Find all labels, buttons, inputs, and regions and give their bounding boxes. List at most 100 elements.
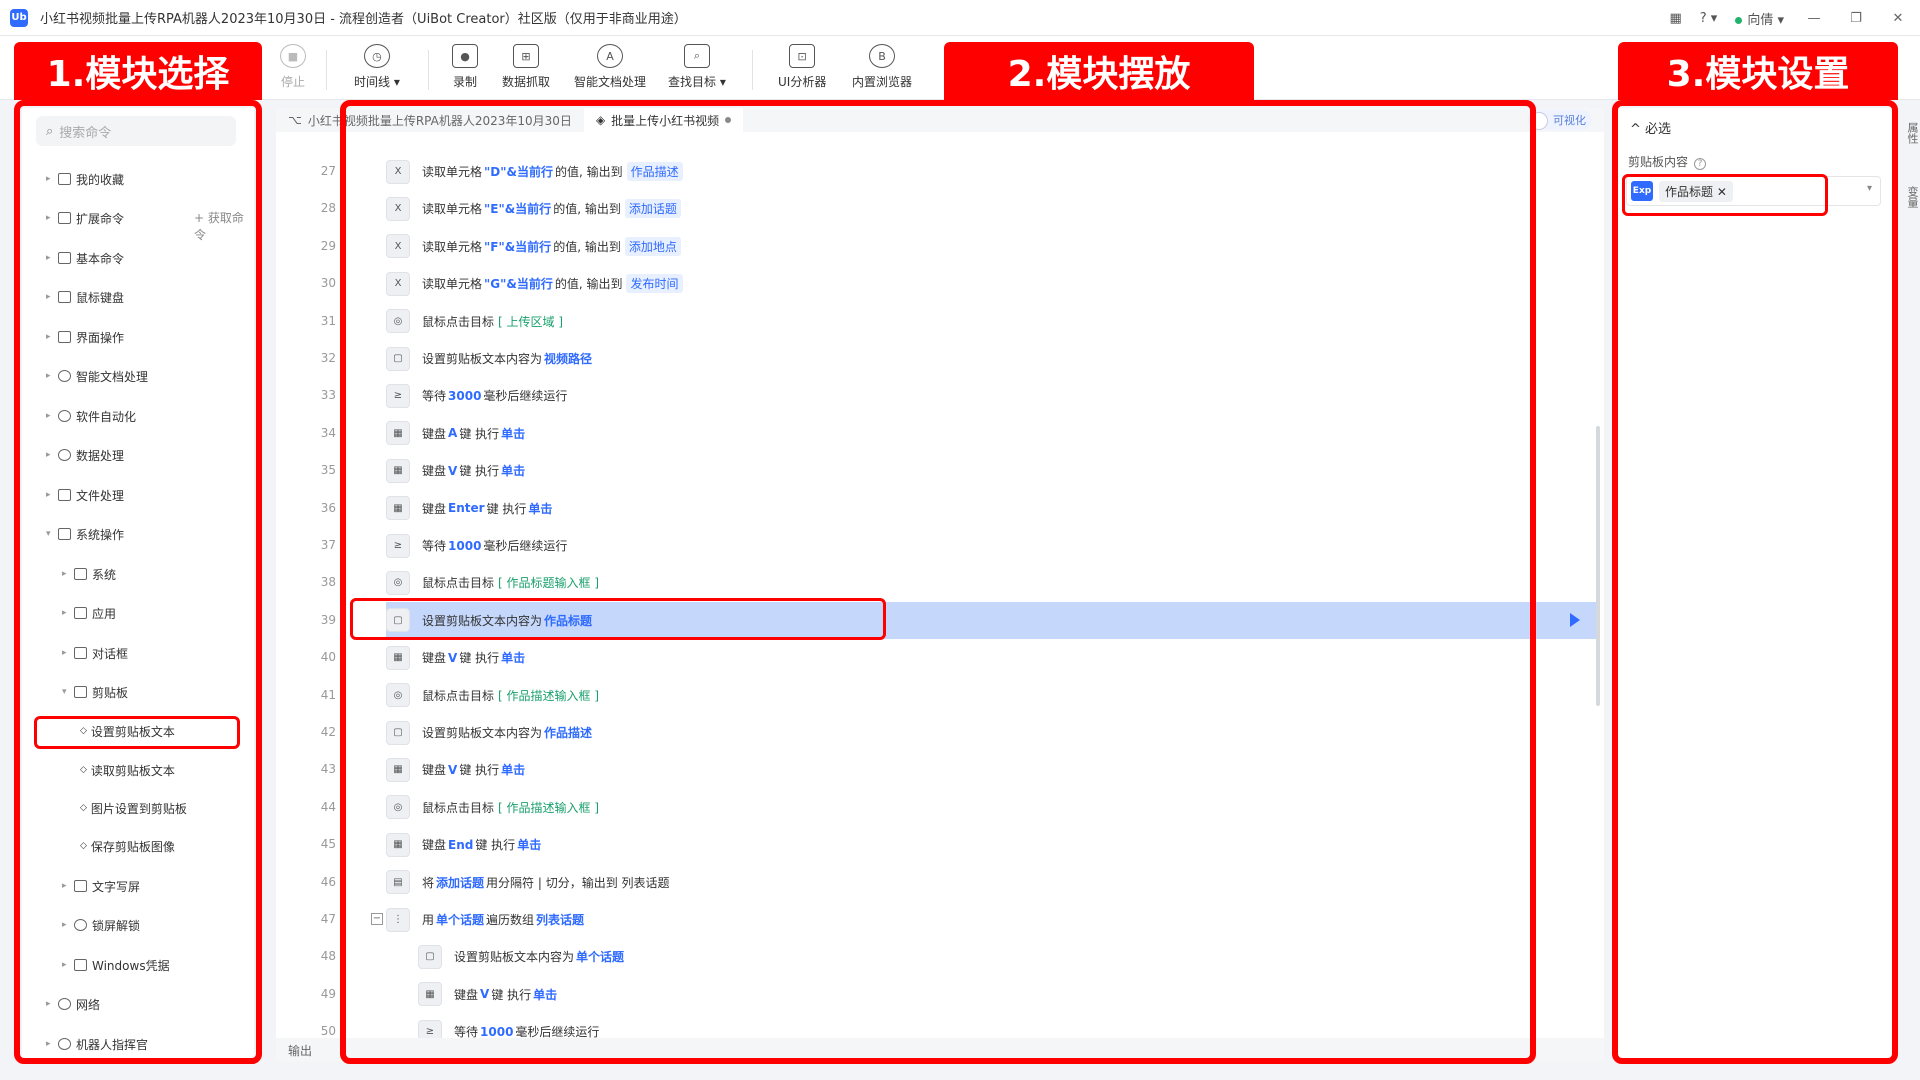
- sidebar-item-robot-commander[interactable]: ▸ 机器人指挥官: [46, 1034, 148, 1054]
- flow-row[interactable]: ▦ 键盘 End 键 执行 单击: [386, 826, 1596, 863]
- flow-row[interactable]: X 读取单元格 "E"&当前行 的值, 输出到 添加话题: [386, 190, 1596, 227]
- sidebar-item-favorites[interactable]: ▸ 我的收藏: [46, 169, 124, 189]
- app-logo-icon: Ub: [10, 8, 28, 27]
- required-section-toggle[interactable]: ^ 必选: [1630, 118, 1671, 137]
- help-icon[interactable]: ? ▾: [1700, 11, 1718, 26]
- sidebar-item-windows-credentials[interactable]: ▸ Windows凭据: [62, 955, 170, 975]
- sidebar-item-text-screen[interactable]: ▸ 文字写屏: [62, 876, 140, 896]
- flow-row[interactable]: ◎ 鼠标点击目标[ 作品描述输入框 ]: [386, 677, 1596, 714]
- flow-row[interactable]: ▤ 将添加话题 用分隔符 | 切分，输出到 列表话题: [386, 864, 1596, 901]
- data-scrape-button[interactable]: ⊞ 数据抓取: [502, 44, 550, 90]
- output-panel-tab[interactable]: 输出: [276, 1038, 1604, 1062]
- row-mid: 键 执行: [459, 426, 500, 441]
- side-tab-properties[interactable]: 属性: [1900, 122, 1920, 144]
- remove-chip-icon[interactable]: ✕: [1717, 185, 1727, 199]
- sidebar-item-lock-screen[interactable]: ▸ 锁屏解锁: [62, 915, 140, 935]
- line-number: 37: [320, 538, 336, 552]
- flow-row[interactable]: ▢ 设置剪贴板文本内容为 作品描述: [386, 714, 1596, 751]
- command-icon: ▤: [386, 870, 410, 895]
- close-icon[interactable]: ✕: [1886, 11, 1910, 26]
- flow-row[interactable]: ≥ 等待 1000 毫秒后继续运行: [386, 527, 1596, 564]
- sidebar-item-network[interactable]: ▸ 网络: [46, 994, 100, 1014]
- row-kw: "F"&当前行: [484, 239, 552, 254]
- timeline-button[interactable]: ◷ 时间线 ▾: [354, 44, 400, 90]
- row-kw2: 列表话题: [536, 913, 585, 927]
- title-bar-controls: ▦ ? ▾ 向倩 ▾ — ❐ ✕: [1669, 0, 1910, 36]
- user-menu[interactable]: 向倩 ▾: [1735, 9, 1784, 28]
- sidebar-item-basic[interactable]: ▸ 基本命令: [46, 248, 124, 268]
- sidebar-item-apps[interactable]: ▸ 应用: [62, 603, 116, 623]
- ai-doc-icon: A: [597, 44, 623, 68]
- row-pre: 键盘: [422, 651, 447, 666]
- flow-row[interactable]: ◎ 鼠标点击目标[ 上传区域 ]: [386, 303, 1596, 340]
- find-target-button[interactable]: ⌕ 查找目标 ▾: [668, 44, 726, 90]
- collapse-icon[interactable]: −: [371, 913, 383, 925]
- row-tag: 添加地点: [624, 236, 681, 256]
- flow-row[interactable]: ▦ 键盘 V 键 执行 单击: [386, 639, 1596, 676]
- sidebar-item-mouse-keyboard[interactable]: ▸ 鼠标键盘: [46, 287, 124, 307]
- row-tag: 添加话题: [624, 199, 681, 219]
- sidebar-item-system-ops[interactable]: ▾ 系统操作: [46, 524, 124, 544]
- flow-row[interactable]: X 读取单元格 "D"&当前行 的值, 输出到 作品描述: [386, 153, 1596, 190]
- stop-button[interactable]: ■ 停止: [280, 44, 306, 90]
- flow-row[interactable]: ⋮ 用单个话题 遍历数组 列表话题: [386, 901, 1596, 938]
- flow-row-selected[interactable]: ▢ 设置剪贴板文本内容为 作品标题: [386, 601, 1596, 639]
- flow-row[interactable]: ▦ 键盘 Enter 键 执行 单击: [386, 490, 1596, 527]
- chevron-down-icon[interactable]: ▾: [1867, 183, 1872, 194]
- sidebar-item-file-processing[interactable]: ▸ 文件处理: [46, 485, 124, 505]
- help-icon[interactable]: ?: [1694, 158, 1707, 170]
- minimize-icon[interactable]: —: [1802, 11, 1826, 26]
- flow-row[interactable]: X 读取单元格 "G"&当前行 的值, 输出到 发布时间: [386, 265, 1596, 302]
- flow-row[interactable]: ▦ 键盘 A 键 执行 单击: [386, 415, 1596, 452]
- annotation-label-2: 2.模块摆放: [944, 42, 1254, 100]
- sidebar-item-software-automation[interactable]: ▸ 软件自动化: [46, 406, 136, 426]
- clipboard-content-field[interactable]: Exp 作品标题 ✕ ▾: [1626, 176, 1881, 206]
- command-search-input[interactable]: ⌕ 搜索命令: [36, 116, 236, 146]
- flow-row[interactable]: X 读取单元格 "F"&当前行 的值, 输出到 添加地点: [386, 228, 1596, 265]
- sidebar-item-save-clipboard-image[interactable]: ◇ 保存剪贴板图像: [80, 836, 175, 856]
- tab-breadcrumb[interactable]: ⌥ 小红书视频批量上传RPA机器人2023年10月30日: [276, 108, 584, 132]
- flow-row[interactable]: ▢ 设置剪贴板文本内容为 单个话题: [418, 938, 1596, 975]
- edit-icon: [74, 880, 87, 892]
- side-tab-variables[interactable]: 变量: [1900, 186, 1920, 208]
- flow-row[interactable]: ◎ 鼠标点击目标[ 作品描述输入框 ]: [386, 789, 1596, 826]
- sidebar-item-extensions[interactable]: ▸ 扩展命令: [46, 208, 124, 228]
- flow-row[interactable]: ▦ 键盘 V 键 执行 单击: [386, 751, 1596, 788]
- visualize-toggle[interactable]: 可视化: [1528, 110, 1592, 130]
- tab-active-flow[interactable]: ◈ 批量上传小红书视频: [583, 108, 744, 132]
- command-icon: X: [386, 159, 410, 184]
- variable-chip[interactable]: 作品标题 ✕: [1659, 180, 1733, 202]
- ai-icon: [58, 370, 71, 382]
- sidebar-item-system[interactable]: ▸ 系统: [62, 564, 116, 584]
- sidebar-item-clipboard[interactable]: ▾ 剪贴板: [62, 682, 128, 702]
- row-kw: 单个话题: [436, 913, 485, 927]
- editor-scrollbar[interactable]: [1596, 426, 1600, 706]
- command-icon: ▦: [386, 645, 410, 670]
- grid-icon[interactable]: ▦: [1669, 11, 1681, 26]
- builtin-browser-button[interactable]: B 内置浏览器: [852, 44, 912, 90]
- restore-icon[interactable]: ❐: [1844, 11, 1868, 26]
- record-button[interactable]: ● 录制: [452, 44, 478, 90]
- sidebar-item-set-clipboard-text[interactable]: ◇ 设置剪贴板文本: [80, 721, 175, 741]
- smart-doc-button[interactable]: A 智能文档处理: [574, 44, 646, 90]
- sidebar-item-smart-doc[interactable]: ▸ 智能文档处理: [46, 366, 148, 386]
- window-icon: [58, 331, 71, 343]
- sidebar-item-data-processing[interactable]: ▸ 数据处理: [46, 445, 124, 465]
- expression-badge[interactable]: Exp: [1631, 181, 1653, 201]
- sidebar-item-ui-ops[interactable]: ▸ 界面操作: [46, 327, 124, 347]
- flow-row[interactable]: ▢ 设置剪贴板文本内容为 视频路径: [386, 340, 1596, 377]
- flow-row[interactable]: ◎ 鼠标点击目标[ 作品标题输入框 ]: [386, 564, 1596, 601]
- sidebar-item-image-to-clipboard[interactable]: ◇ 图片设置到剪贴板: [80, 798, 187, 818]
- flow-row[interactable]: ≥ 等待 3000 毫秒后继续运行: [386, 377, 1596, 414]
- ui-analyzer-button[interactable]: ⊡ UI分析器: [778, 44, 826, 90]
- fetch-command-button[interactable]: + 获取命令: [194, 209, 254, 243]
- row-kw2: 单击: [501, 651, 526, 666]
- sidebar-item-dialog[interactable]: ▸ 对话框: [62, 643, 128, 663]
- flow-row[interactable]: ▦ 键盘 V 键 执行 单击: [418, 976, 1596, 1013]
- row-pre: 鼠标点击目标: [422, 688, 495, 703]
- flow-row[interactable]: ▦ 键盘 V 键 执行 单击: [386, 452, 1596, 489]
- line-number: 38: [320, 575, 336, 590]
- data-scrape-label: 数据抓取: [502, 75, 551, 89]
- sidebar-item-read-clipboard-text[interactable]: ◇ 读取剪贴板文本: [80, 760, 175, 780]
- run-row-icon[interactable]: [1570, 613, 1580, 628]
